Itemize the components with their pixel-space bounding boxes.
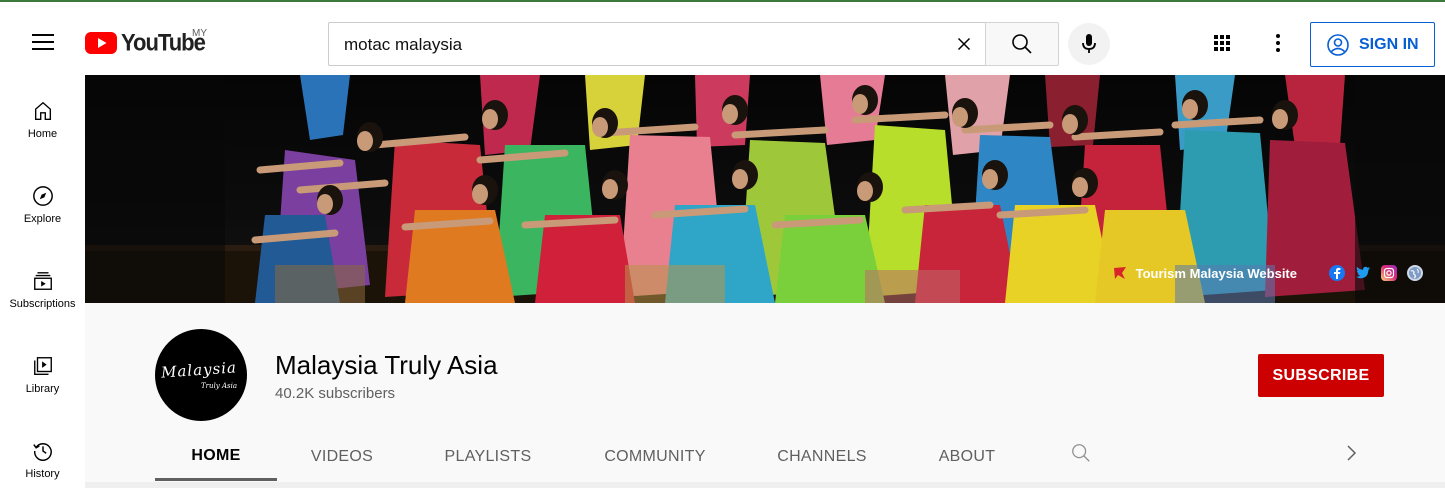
account-icon [1327,33,1349,56]
tab-playlists[interactable]: PLAYLISTS [407,433,569,481]
subscribe-button[interactable]: SUBSCRIBE [1258,354,1384,397]
sidebar-item-label: Explore [23,213,62,225]
youtube-play-icon [85,32,117,54]
search-button[interactable] [985,22,1059,66]
content-divider [85,482,1445,488]
sidebar-item-label: History [25,468,60,480]
microphone-icon [1082,34,1096,53]
instagram-icon[interactable] [1381,265,1397,281]
tab-home[interactable]: HOME [155,433,277,481]
sidebar-item-label: Library [25,383,60,395]
voice-search-button[interactable] [1068,23,1110,65]
subscriptions-icon [33,272,52,290]
channel-banner: Tourism Malaysia Website [85,75,1445,303]
more-vertical-icon[interactable] [1268,32,1288,54]
masthead: YouTube MY motac malaysia SIGN IN [0,2,1445,75]
avatar-logo-subtext: Truly Asia [201,382,238,390]
tab-community[interactable]: COMMUNITY [569,433,741,481]
chevron-right-icon[interactable] [1343,444,1359,462]
sidebar-item-history[interactable]: History [0,440,85,480]
library-icon [33,357,52,375]
avatar-logo-text: Malaysia [160,358,238,382]
clear-icon[interactable] [953,33,975,55]
search-icon [1012,34,1032,54]
tab-channels[interactable]: CHANNELS [741,433,903,481]
sidebar-item-library[interactable]: Library [0,355,85,395]
sign-in-label: SIGN IN [1359,35,1419,53]
menu-icon[interactable] [32,34,54,50]
mini-guide: Home Explore Subscriptions Library Histo… [0,75,85,488]
tab-about[interactable]: ABOUT [903,433,1031,481]
channel-search-icon[interactable] [1070,442,1092,464]
sidebar-item-label: Home [27,128,58,140]
sign-in-button[interactable]: SIGN IN [1310,22,1435,67]
banner-links: Tourism Malaysia Website [1112,265,1423,281]
channel-name: Malaysia Truly Asia [275,350,498,380]
youtube-logo[interactable]: YouTube [85,29,206,56]
history-icon [32,443,52,461]
globe-icon[interactable] [1407,265,1423,281]
channel-header: Malaysia Truly Asia Malaysia Truly Asia … [85,303,1445,488]
subscriber-count: 40.2K subscribers [275,385,396,402]
facebook-icon[interactable] [1329,265,1345,281]
search-query: motac malaysia [344,35,463,54]
twitter-icon[interactable] [1355,265,1371,281]
country-code: MY [192,28,207,39]
search-input[interactable]: motac malaysia [328,22,985,66]
sidebar-item-subscriptions[interactable]: Subscriptions [0,270,85,310]
home-icon [34,101,51,120]
banner-website-link[interactable]: Tourism Malaysia Website [1136,266,1297,281]
tourism-malaysia-icon [1113,267,1126,279]
tab-videos[interactable]: VIDEOS [277,433,407,481]
sidebar-item-label: Subscriptions [9,298,76,310]
channel-avatar[interactable]: Malaysia Truly Asia [155,329,247,421]
sidebar-item-explore[interactable]: Explore [0,185,85,225]
apps-grid-icon[interactable] [1212,33,1232,53]
sidebar-item-home[interactable]: Home [0,100,85,140]
compass-icon [32,186,53,206]
